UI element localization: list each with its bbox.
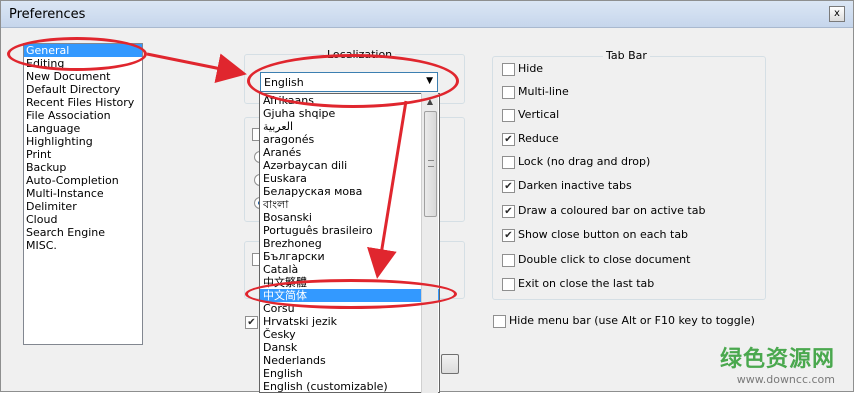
preferences-window: Preferences x General Editing New Document… [0, 0, 854, 393]
watermark: 绿色资源网 www.downcc.com [720, 341, 835, 386]
watermark-main: 绿色资源网 [719, 347, 835, 372]
watermark-url: www.downcc.com [736, 373, 835, 386]
arrow-down-icon [367, 100, 408, 279]
arrow-right-icon [146, 52, 247, 83]
annotation-arrows [146, 52, 408, 279]
